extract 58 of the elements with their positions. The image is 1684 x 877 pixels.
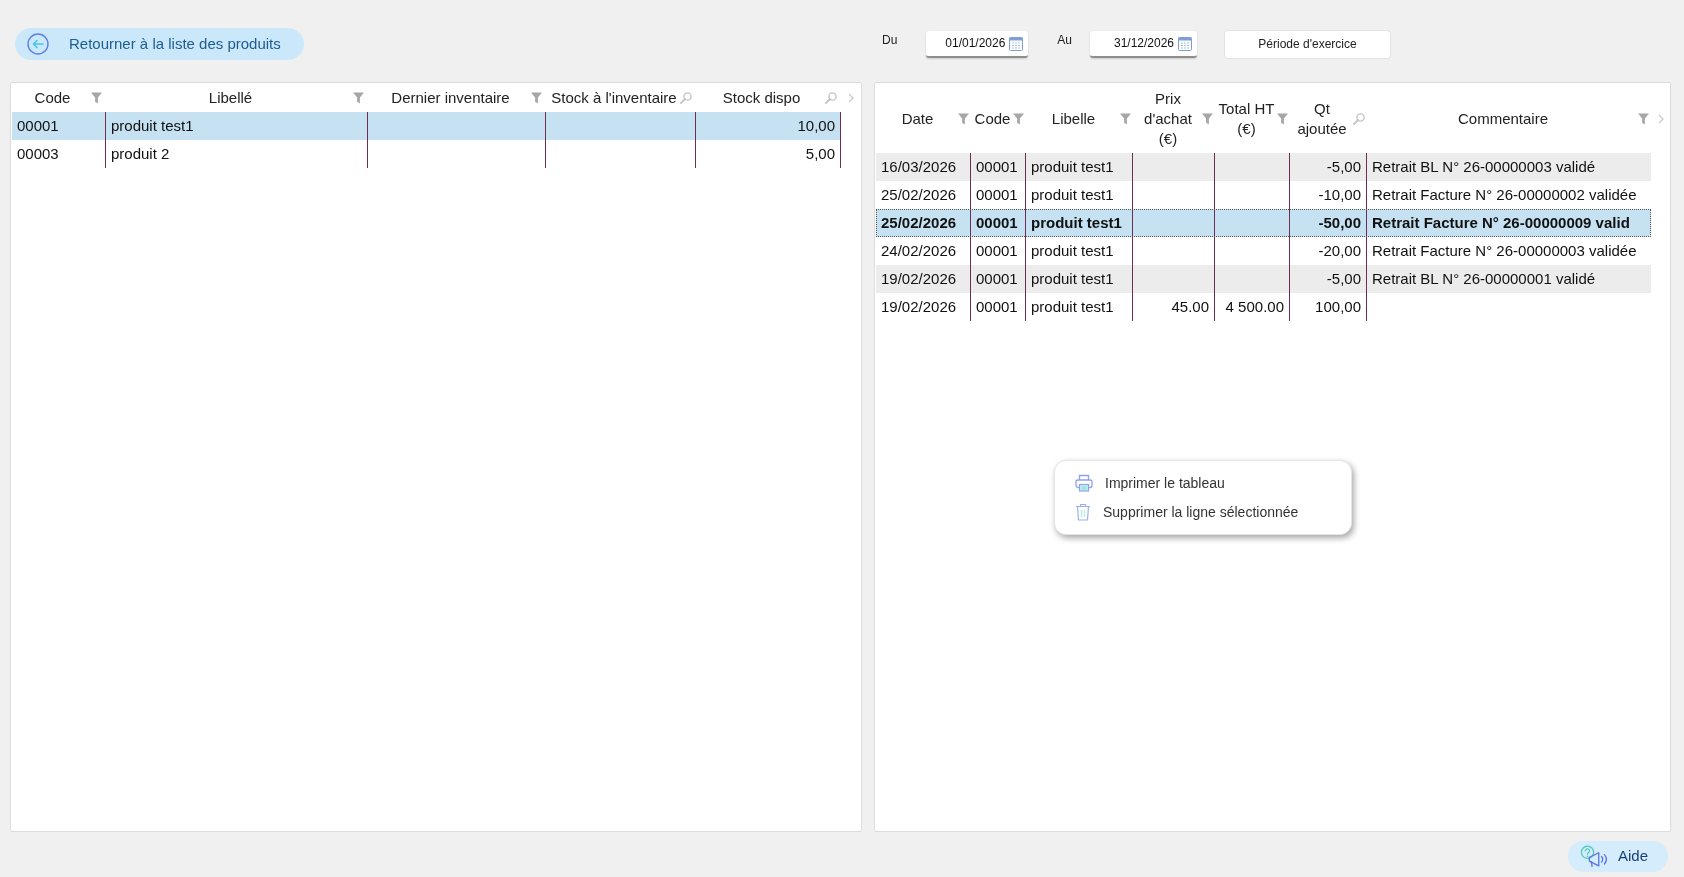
column-header: Qt ajoutée xyxy=(1296,98,1348,139)
table-cell-text: Retrait BL N° 26-00000003 validé xyxy=(1371,156,1597,177)
date-field[interactable]: 01/01/2026 xyxy=(926,30,1029,58)
search-icon[interactable] xyxy=(680,92,692,104)
column-header: Prix d'achat (€) xyxy=(1143,88,1193,149)
table-cell: 00003 xyxy=(12,140,106,168)
table-cell-text: Retrait Facture N° 26-00000003 validée xyxy=(1371,240,1638,261)
table-cell: 4 500.00 xyxy=(1215,293,1290,321)
column-header: Code xyxy=(33,88,72,108)
chevron-right-icon[interactable] xyxy=(848,93,854,103)
table-row[interactable]: 16/03/2026 00001 produit test1 -5,00 Retrait BL N° 26-00000003 validé xyxy=(876,153,1651,181)
column-header: Code xyxy=(973,108,1012,129)
column-header: Dernier inventaire xyxy=(390,88,511,108)
table-cell: produit 2 xyxy=(106,140,368,168)
search-icon[interactable] xyxy=(1353,112,1365,125)
table-cell: 5,00 xyxy=(696,140,841,168)
column-header: Libelle xyxy=(1050,108,1097,129)
field-label: Au xyxy=(1057,32,1073,49)
column-header: Total HT (€) xyxy=(1217,98,1276,139)
table-cell-text: Retrait BL N° 26-00000001 validé xyxy=(1371,268,1597,289)
column-header: Stock dispo xyxy=(721,88,802,108)
table-cell: produit test1 xyxy=(1026,293,1133,321)
help-button[interactable]: Aide xyxy=(1568,841,1668,872)
column-header: Commentaire xyxy=(1457,108,1549,129)
table-cell: 00001 xyxy=(971,293,1026,321)
search-icon[interactable] xyxy=(825,92,837,104)
table-cell: 100,00 xyxy=(1290,293,1367,321)
column-header: Date xyxy=(900,108,935,129)
table-row[interactable]: 25/02/2026 00001 produit test1 -50,00 Retrait Facture N° 26-00000009 valid xyxy=(876,209,1651,237)
filter-icon[interactable] xyxy=(1277,112,1288,125)
back-button[interactable]: Retourner à la liste des produits xyxy=(15,28,304,60)
help-megaphone-icon[interactable] xyxy=(1580,845,1610,868)
date-field[interactable]: 31/12/2026 xyxy=(1090,30,1198,58)
period-button[interactable]: Période d'exercice xyxy=(1224,29,1392,59)
printer-icon xyxy=(1075,474,1093,492)
table-cell: 45.00 xyxy=(1133,293,1215,321)
table-cell-text: Retrait Facture N° 26-00000002 validée xyxy=(1371,184,1638,205)
calendar-icon[interactable] xyxy=(1178,35,1193,51)
chevron-right-icon[interactable] xyxy=(1658,113,1664,124)
filter-icon[interactable] xyxy=(353,92,364,104)
table-row[interactable]: 19/02/2026 00001 produit test1 -5,00 Retrait BL N° 26-00000001 validé xyxy=(876,265,1651,293)
filter-icon[interactable] xyxy=(91,92,102,104)
menu-item[interactable]: Supprimer la ligne sélectionnée xyxy=(1075,501,1299,523)
trash-icon xyxy=(1075,503,1091,521)
filter-icon[interactable] xyxy=(1013,112,1024,125)
calendar-icon[interactable] xyxy=(1009,35,1024,51)
table-cell-text: Retrait Facture N° 26-00000009 valid xyxy=(1371,212,1631,233)
filter-icon[interactable] xyxy=(1638,112,1649,125)
field-label: Du xyxy=(882,32,898,49)
filter-icon[interactable] xyxy=(958,112,969,125)
filter-icon[interactable] xyxy=(1202,112,1213,125)
menu-item[interactable]: Imprimer le tableau xyxy=(1075,472,1225,494)
filter-icon[interactable] xyxy=(531,92,542,104)
column-header: Libellé xyxy=(207,88,254,108)
filter-icon[interactable] xyxy=(1120,112,1131,125)
table-cell: 19/02/2026 xyxy=(876,293,971,321)
column-header: Stock à l'inventaire xyxy=(550,88,678,108)
table-row[interactable]: 00001 produit test1 10,00 xyxy=(12,112,841,140)
